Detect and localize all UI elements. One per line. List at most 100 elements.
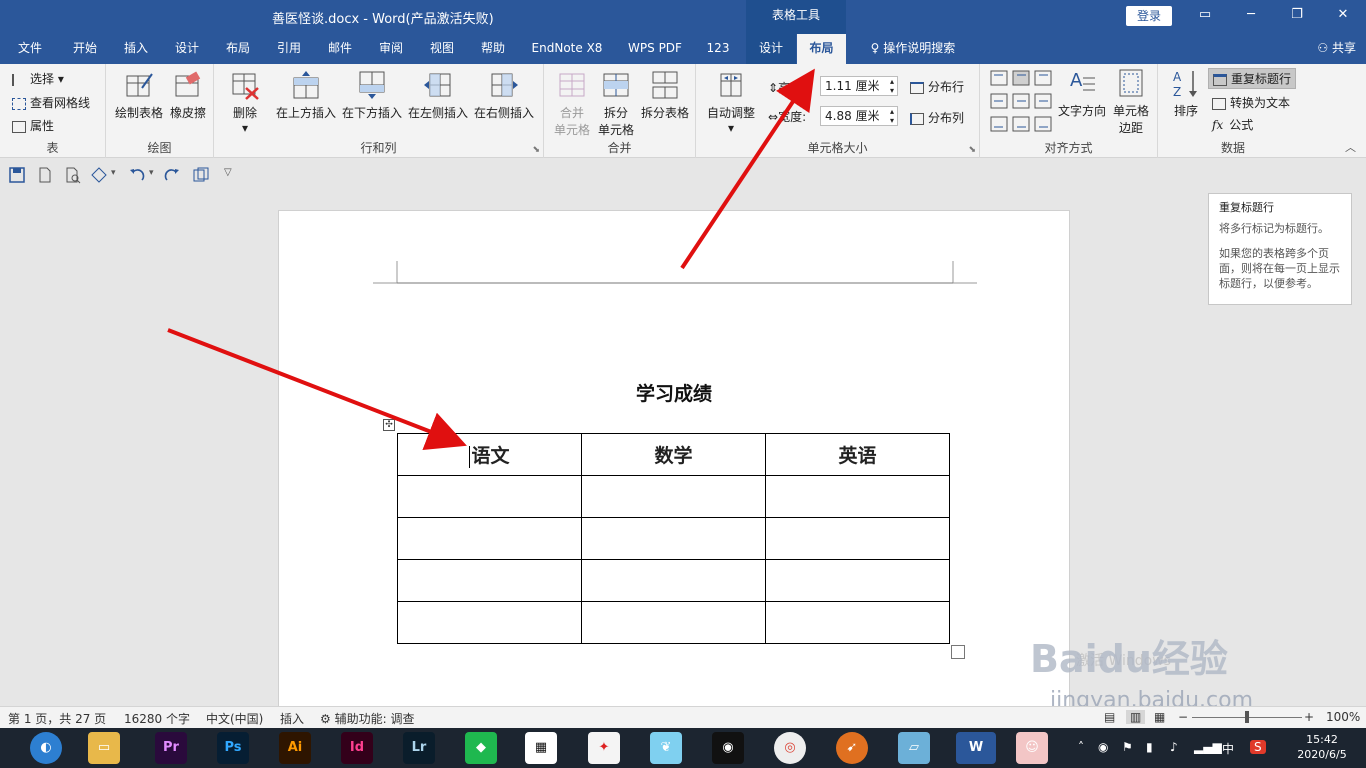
split-table-button[interactable]: 拆分表格 <box>636 70 694 121</box>
print-preview-icon[interactable] <box>64 166 82 184</box>
insert-right-button[interactable]: 在右侧插入 <box>472 70 536 121</box>
read-mode-icon[interactable]: ▤ <box>1104 710 1115 724</box>
table-cell[interactable] <box>581 517 766 560</box>
file-explorer-icon[interactable]: ▭ <box>88 732 120 764</box>
tab-view[interactable]: 视图 <box>419 34 465 64</box>
volume-icon[interactable]: ♪ <box>1170 740 1178 754</box>
mascot-app-icon[interactable]: ☺ <box>1016 732 1048 764</box>
notepad-icon[interactable]: ▱ <box>898 732 930 764</box>
insert-below-button[interactable]: 在下方插入 <box>340 70 404 121</box>
tab-layout[interactable]: 布局 <box>215 34 261 64</box>
split-cells-button[interactable]: 拆分 单元格 <box>594 70 638 138</box>
zoom-level[interactable]: 100% <box>1326 710 1360 724</box>
chevron-down-icon[interactable]: ▾ <box>149 168 154 178</box>
photoshop-icon[interactable]: Ps <box>217 732 249 764</box>
table-cell[interactable]: 英语 <box>765 433 950 476</box>
view-gridlines-button[interactable]: 查看网格线 <box>12 94 90 111</box>
tab-wps-pdf[interactable]: WPS PDF <box>620 34 690 64</box>
customize-qat-icon[interactable]: ▽ <box>224 167 232 178</box>
ime-indicator[interactable]: 中 <box>1222 740 1234 757</box>
green-app-icon[interactable]: ◆ <box>465 732 497 764</box>
convert-to-text-button[interactable]: 转换为文本 <box>1212 94 1290 111</box>
orange-app-icon[interactable]: ➹ <box>836 732 868 764</box>
login-button[interactable]: 登录 <box>1126 6 1172 26</box>
properties-button[interactable]: 属性 <box>12 117 54 134</box>
shapes-icon[interactable] <box>90 166 108 184</box>
tab-design[interactable]: 设计 <box>164 34 210 64</box>
row-height-input[interactable]: 1.11 厘米 ▴ ▾ <box>820 76 898 96</box>
draw-table-button[interactable]: 绘制表格 <box>114 70 164 121</box>
tab-help[interactable]: 帮助 <box>470 34 516 64</box>
table-cell[interactable] <box>397 601 582 644</box>
undo-icon[interactable] <box>128 166 146 184</box>
qq-tray-icon[interactable]: ◉ <box>1098 740 1108 754</box>
distribute-cols-button[interactable]: 分布列 <box>910 109 964 126</box>
eraser-button[interactable]: 橡皮擦 <box>166 70 210 121</box>
document-page[interactable]: 学习成绩 ✣ 语文 数学 英语 <box>278 210 1070 710</box>
tab-endnote[interactable]: EndNote X8 <box>524 34 610 64</box>
text-direction-button[interactable]: A 文字方向 <box>1056 68 1108 119</box>
table-cell[interactable] <box>397 475 582 518</box>
table-resize-handle[interactable] <box>951 645 965 659</box>
tab-insert[interactable]: 插入 <box>113 34 159 64</box>
tell-me-search[interactable]: ♀ 操作说明搜索 <box>858 34 968 64</box>
language-indicator[interactable]: 中文(中国) <box>206 710 263 727</box>
table-move-handle-icon[interactable]: ✣ <box>383 419 395 431</box>
word-count[interactable]: 16280 个字 <box>124 710 190 727</box>
grades-table[interactable]: 语文 数学 英语 <box>397 433 950 644</box>
page-count[interactable]: 第 1 页，共 27 页 <box>8 710 106 727</box>
table-cell[interactable] <box>765 517 950 560</box>
table-cell[interactable] <box>397 517 582 560</box>
pinwheel-app-icon[interactable]: ✦ <box>588 732 620 764</box>
bird-app-icon[interactable]: ❦ <box>650 732 682 764</box>
tab-file[interactable]: 文件 <box>8 34 52 64</box>
tab-table-design[interactable]: 设计 <box>746 34 796 64</box>
spinner-arrows-icon[interactable]: ▴ ▾ <box>890 77 894 95</box>
save-icon[interactable] <box>8 166 26 184</box>
battery-icon[interactable]: ▮ <box>1146 740 1153 754</box>
insert-mode[interactable]: 插入 <box>280 710 304 727</box>
tab-references[interactable]: 引用 <box>266 34 312 64</box>
accessibility-status[interactable]: ⚙ 辅助功能: 调查 <box>320 710 414 727</box>
formula-button[interactable]: fx 公式 <box>1212 116 1253 133</box>
premiere-icon[interactable]: Pr <box>155 732 187 764</box>
alignment-icons[interactable] <box>990 70 1056 136</box>
table-cell[interactable]: 数学 <box>581 433 766 476</box>
network-icon[interactable]: ▂▄▆ <box>1194 740 1222 754</box>
collapse-ribbon-icon[interactable]: ︿ <box>1345 139 1356 155</box>
redo-icon[interactable] <box>163 166 181 184</box>
table-cell[interactable] <box>581 475 766 518</box>
web-layout-icon[interactable]: ▦ <box>1154 710 1165 724</box>
tab-123[interactable]: 123 <box>698 34 738 64</box>
browser-icon[interactable]: ◐ <box>30 732 62 764</box>
select-button[interactable]: 选择 ▾ <box>12 70 64 87</box>
table-cell[interactable] <box>765 475 950 518</box>
windows-icon[interactable] <box>192 166 210 184</box>
close-button[interactable]: ✕ <box>1320 0 1366 30</box>
table-cell[interactable] <box>581 601 766 644</box>
table-cell[interactable] <box>765 559 950 602</box>
minimize-button[interactable]: ─ <box>1228 0 1274 30</box>
tray-flag-icon[interactable]: ⚑ <box>1122 740 1133 754</box>
tab-review[interactable]: 审阅 <box>368 34 414 64</box>
tab-home[interactable]: 开始 <box>62 34 108 64</box>
dialog-launcher-icon[interactable]: ⬊ <box>968 145 976 155</box>
chevron-down-icon[interactable]: ▾ <box>111 168 116 178</box>
col-width-input[interactable]: 4.88 厘米 ▴ ▾ <box>820 106 898 126</box>
insert-above-button[interactable]: 在上方插入 <box>274 70 338 121</box>
sogou-ime-icon[interactable]: S <box>1250 740 1266 754</box>
indesign-icon[interactable]: Id <box>341 732 373 764</box>
spinner-arrows-icon[interactable]: ▴ ▾ <box>890 107 894 125</box>
table-cell[interactable] <box>581 559 766 602</box>
insert-left-button[interactable]: 在左侧插入 <box>406 70 470 121</box>
illustrator-icon[interactable]: Ai <box>279 732 311 764</box>
dialog-launcher-icon[interactable]: ⬊ <box>532 145 540 155</box>
chrome-icon[interactable]: ◎ <box>774 732 806 764</box>
word-icon[interactable]: W <box>956 732 996 764</box>
maximize-button[interactable]: ❐ <box>1274 0 1320 30</box>
sort-button[interactable]: AZ 排序 <box>1168 68 1204 119</box>
video-editor-icon[interactable]: ▦ <box>525 732 557 764</box>
lightroom-icon[interactable]: Lr <box>403 732 435 764</box>
share-button[interactable]: ⚇ 共享 <box>1317 34 1356 62</box>
merge-cells-button[interactable]: 合并 单元格 <box>550 70 594 138</box>
